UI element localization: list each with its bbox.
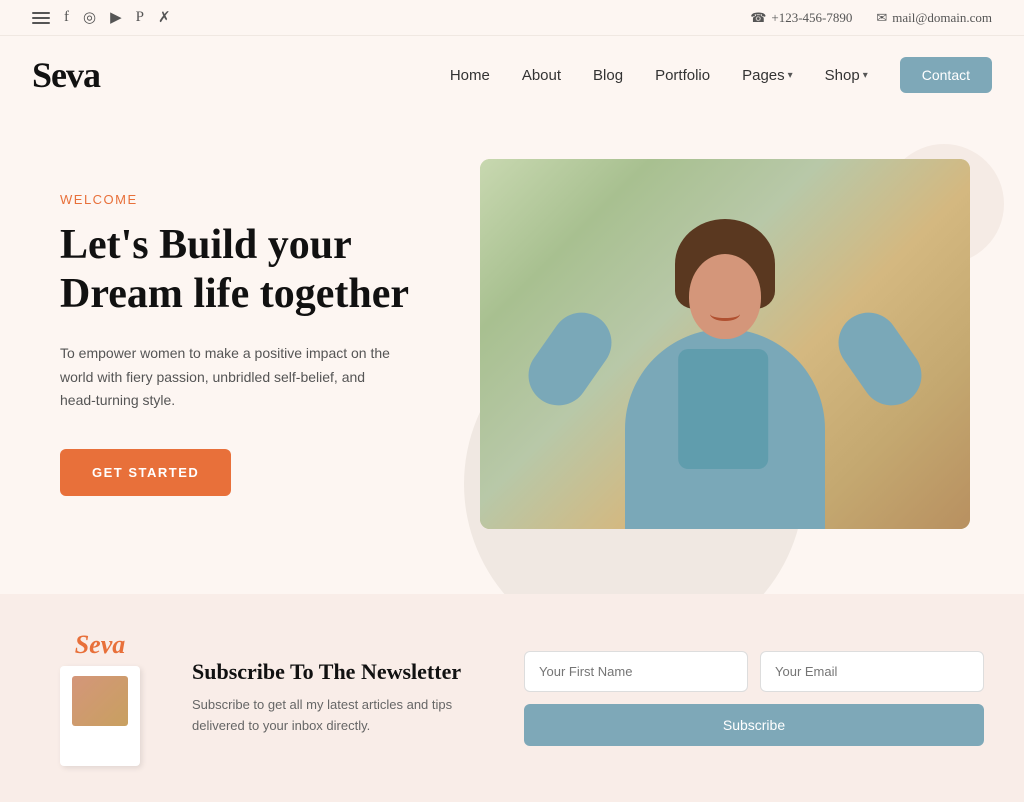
newsletter-description: Subscribe to get all my latest articles … <box>192 695 492 737</box>
hero-smile <box>710 307 740 321</box>
hero-welcome-label: Welcome <box>60 192 480 207</box>
hero-image-wrapper <box>480 159 970 529</box>
newsletter-form: Subscribe <box>524 651 984 746</box>
hero-arm-right <box>827 301 934 417</box>
email-contact[interactable]: ✉ mail@domain.com <box>876 10 992 26</box>
phone-number: +123-456-7890 <box>771 10 852 26</box>
site-logo[interactable]: Seva <box>32 54 100 96</box>
hero-section: Welcome Let's Build your Dream life toge… <box>0 114 1024 594</box>
youtube-icon[interactable]: ▶ <box>110 8 122 27</box>
hero-title: Let's Build your Dream life together <box>60 221 480 320</box>
email-icon: ✉ <box>876 10 887 26</box>
nav-blog[interactable]: Blog <box>593 67 623 84</box>
newsletter-title: Subscribe To The Newsletter <box>192 659 492 685</box>
newsletter-inputs <box>524 651 984 692</box>
newsletter-submit-button[interactable]: Subscribe <box>524 704 984 746</box>
pages-dropdown-arrow: ▾ <box>788 70 793 81</box>
newsletter-logo-block: Seva <box>40 630 160 766</box>
first-name-input[interactable] <box>524 651 748 692</box>
facebook-icon[interactable]: f <box>64 9 69 26</box>
instagram-icon[interactable]: ◎ <box>83 8 96 27</box>
email-input[interactable] <box>760 651 984 692</box>
hamburger-icon[interactable] <box>32 12 50 24</box>
nav-about[interactable]: About <box>522 67 561 84</box>
newsletter-book-graphic <box>60 666 140 766</box>
phone-contact[interactable]: ☎ +123-456-7890 <box>750 10 852 26</box>
nav-portfolio[interactable]: Portfolio <box>655 67 710 84</box>
twitter-icon[interactable]: ✗ <box>158 8 171 27</box>
nav-pages[interactable]: Pages ▾ <box>742 67 793 84</box>
nav-home[interactable]: Home <box>450 67 490 84</box>
hero-content: Welcome Let's Build your Dream life toge… <box>60 192 480 496</box>
topbar-contact: ☎ +123-456-7890 ✉ mail@domain.com <box>750 10 992 26</box>
newsletter-content: Subscribe To The Newsletter Subscribe to… <box>192 659 492 737</box>
phone-icon: ☎ <box>750 10 766 26</box>
hero-face <box>689 254 761 339</box>
pinterest-icon[interactable]: P <box>136 9 144 26</box>
shop-dropdown-arrow: ▾ <box>863 70 868 81</box>
social-icons: f ◎ ▶ P ✗ <box>32 8 171 27</box>
email-address: mail@domain.com <box>892 10 992 26</box>
newsletter-logo: Seva <box>75 630 126 660</box>
main-nav: Home About Blog Portfolio Pages ▾ Shop ▾… <box>450 57 992 93</box>
hero-scarf <box>678 349 768 469</box>
book-cover <box>72 676 128 726</box>
header: Seva Home About Blog Portfolio Pages ▾ S… <box>0 36 1024 114</box>
contact-button[interactable]: Contact <box>900 57 992 93</box>
nav-shop[interactable]: Shop ▾ <box>825 67 868 84</box>
hero-image <box>480 159 970 529</box>
hero-cta-button[interactable]: GET STARTED <box>60 449 231 496</box>
newsletter-section: Seva Subscribe To The Newsletter Subscri… <box>0 594 1024 802</box>
topbar: f ◎ ▶ P ✗ ☎ +123-456-7890 ✉ mail@domain.… <box>0 0 1024 36</box>
hero-description: To empower women to make a positive impa… <box>60 342 400 413</box>
hero-arm-left <box>517 301 624 417</box>
